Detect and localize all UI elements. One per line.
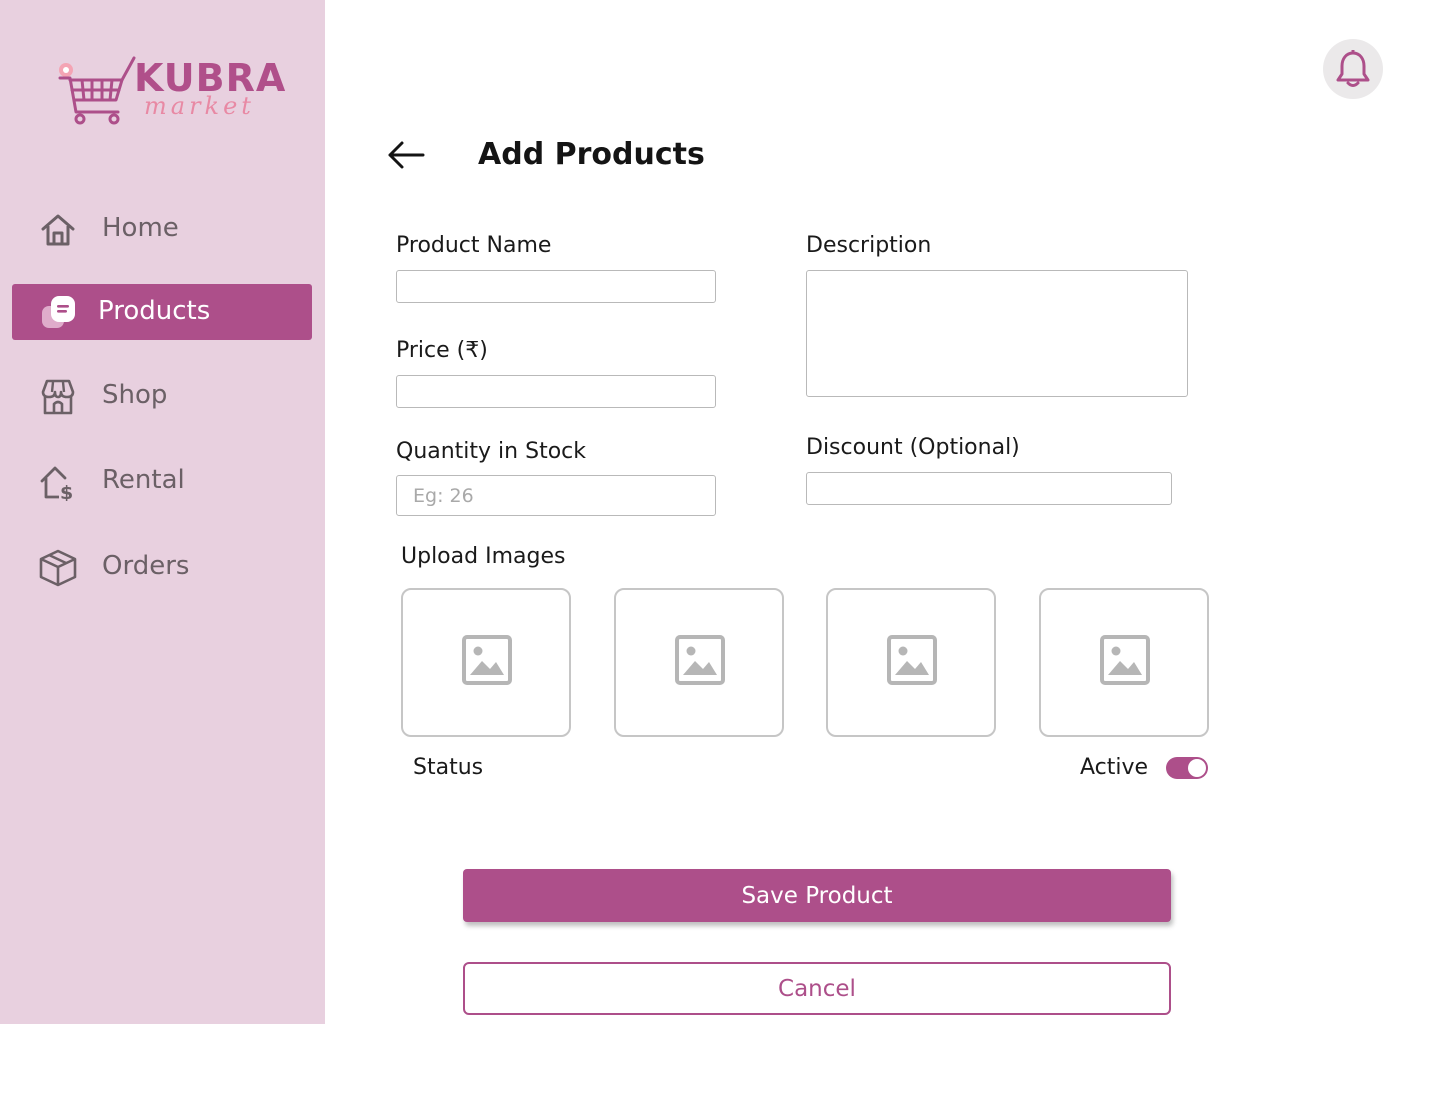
discount-label: Discount (Optional) xyxy=(806,435,1020,460)
status-value-label: Active xyxy=(1080,755,1149,780)
shopping-cart-logo-icon xyxy=(58,56,136,125)
image-placeholder-icon xyxy=(887,635,937,685)
arrow-left-icon xyxy=(388,141,425,169)
image-placeholder-icon xyxy=(462,635,512,685)
back-button[interactable] xyxy=(386,138,426,172)
sidebar-item-rental[interactable]: $ Rental xyxy=(12,453,312,509)
image-upload-slot[interactable] xyxy=(614,588,784,737)
sidebar-item-orders[interactable]: Orders xyxy=(12,539,312,595)
sidebar-item-products[interactable]: Products xyxy=(12,284,312,340)
save-product-button[interactable]: Save Product xyxy=(463,869,1171,922)
upload-images-label: Upload Images xyxy=(401,544,566,569)
notifications-button[interactable] xyxy=(1323,39,1383,99)
price-input[interactable] xyxy=(396,375,716,408)
svg-text:$: $ xyxy=(60,482,73,501)
products-icon xyxy=(42,296,75,328)
rental-icon: $ xyxy=(40,466,73,501)
image-placeholder-icon xyxy=(1100,635,1150,685)
cancel-button[interactable]: Cancel xyxy=(463,962,1171,1015)
page-title: Add Products xyxy=(478,137,705,172)
description-textarea[interactable] xyxy=(806,270,1188,397)
quantity-label: Quantity in Stock xyxy=(396,439,586,464)
image-upload-slot[interactable] xyxy=(826,588,996,737)
sidebar-item-label: Products xyxy=(98,296,211,326)
sidebar-item-label: Orders xyxy=(102,551,190,581)
toggle-knob xyxy=(1188,759,1206,777)
shop-icon xyxy=(41,379,75,415)
status-toggle[interactable] xyxy=(1166,757,1208,779)
sidebar: KUBRA market Home Products Shop $ Rental… xyxy=(0,0,325,1024)
price-label: Price (₹) xyxy=(396,338,488,363)
sidebar-item-shop[interactable]: Shop xyxy=(12,368,312,424)
sidebar-item-label: Home xyxy=(102,213,179,243)
discount-input[interactable] xyxy=(806,472,1172,505)
sidebar-item-label: Rental xyxy=(102,465,185,495)
home-icon xyxy=(41,214,75,246)
status-label: Status xyxy=(413,755,484,780)
image-upload-slot[interactable] xyxy=(1039,588,1209,737)
sidebar-item-home[interactable]: Home xyxy=(12,201,312,257)
bell-icon xyxy=(1336,50,1370,87)
image-placeholder-icon xyxy=(675,635,725,685)
product-name-input[interactable] xyxy=(396,270,716,303)
brand-logo[interactable]: KUBRA market xyxy=(52,52,285,128)
image-upload-slot[interactable] xyxy=(401,588,571,737)
quantity-input[interactable] xyxy=(396,475,716,516)
sidebar-item-label: Shop xyxy=(102,380,168,410)
app-root: KUBRA market Home Products Shop $ Rental… xyxy=(0,0,1440,1107)
product-name-label: Product Name xyxy=(396,233,552,258)
description-label: Description xyxy=(806,233,932,258)
brand-tagline: market xyxy=(144,92,255,120)
orders-icon xyxy=(39,549,77,587)
